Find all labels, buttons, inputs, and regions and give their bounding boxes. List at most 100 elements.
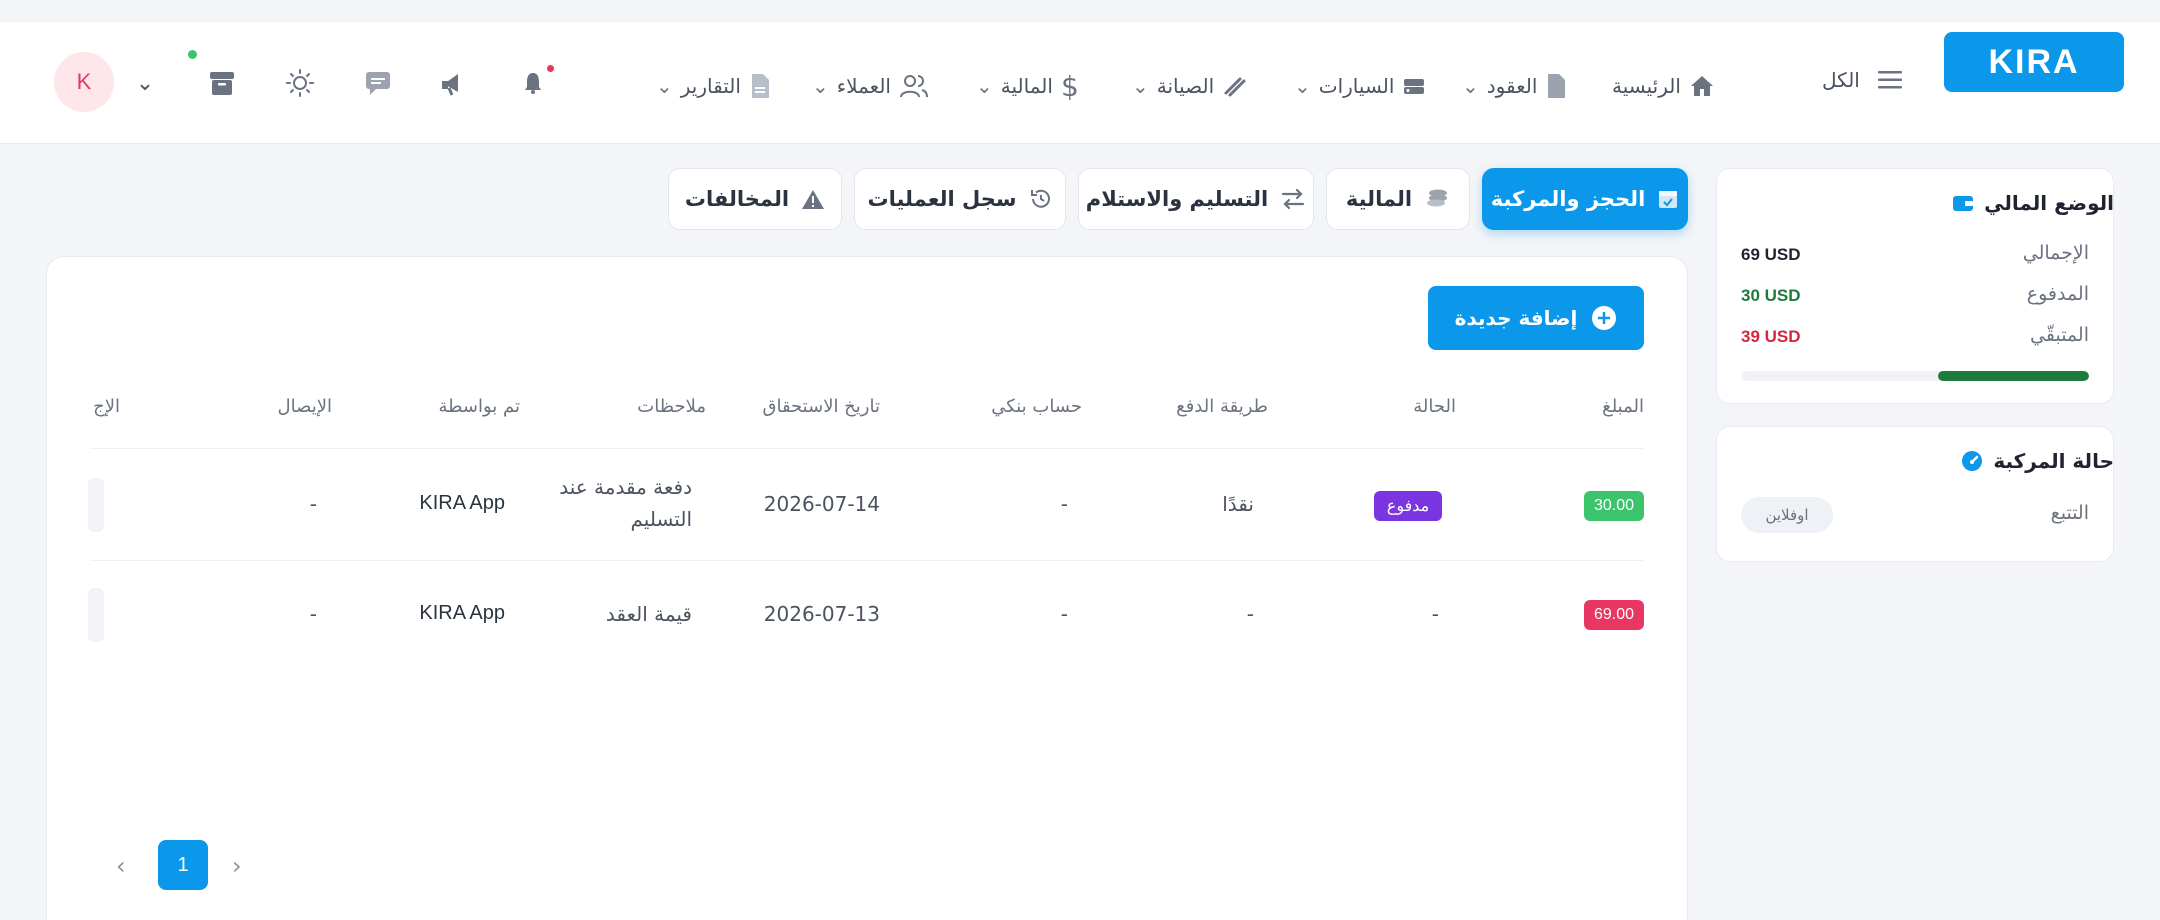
tab-activity-log[interactable]: سجل العمليات: [854, 168, 1066, 230]
total-label: الإجمالي: [2022, 242, 2089, 264]
wrench-icon: [1224, 77, 1246, 97]
tab-booking-vehicle[interactable]: الحجز والمركبة: [1482, 168, 1688, 230]
status-badge: مدفوع: [1374, 491, 1442, 521]
notification-dot: [547, 65, 554, 72]
apps-button[interactable]: [205, 66, 239, 100]
box-icon: [210, 72, 234, 95]
remaining-value: 39 USD: [1741, 327, 1801, 346]
tab-violations[interactable]: المخالفات: [668, 168, 842, 230]
online-dot: [188, 50, 197, 59]
add-new-button[interactable]: إضافة جديدة: [1428, 286, 1644, 350]
chevron-down-icon: ⌄: [976, 74, 993, 98]
chevron-left-icon[interactable]: ‹: [116, 852, 126, 880]
col-notes[interactable]: ملاحظات: [637, 396, 706, 417]
messages-button[interactable]: [361, 66, 395, 100]
sun-icon: [286, 69, 314, 97]
theme-toggle[interactable]: [283, 66, 317, 100]
created-by: KIRA App: [419, 492, 505, 514]
nav-customers[interactable]: ⌄ العملاء: [812, 66, 929, 106]
nav-maintenance[interactable]: ⌄ الصيانة: [1132, 66, 1248, 106]
notifications-button[interactable]: [516, 66, 550, 100]
warning-icon: [802, 190, 825, 209]
col-created-by[interactable]: تم بواسطة: [438, 396, 520, 417]
header-divider: [90, 448, 1644, 449]
payment-progress-bar: [1741, 371, 2089, 381]
col-payment-method[interactable]: طريقة الدفع: [1176, 396, 1268, 417]
nav-cars[interactable]: ⌄ السيارات: [1294, 66, 1426, 106]
bank-account: -: [1060, 492, 1068, 516]
chevron-down-icon: ⌄: [135, 70, 155, 96]
bank-account: -: [1060, 602, 1068, 626]
chevron-down-icon: ⌄: [656, 74, 673, 98]
tab-finance[interactable]: المالية: [1326, 168, 1470, 230]
col-due-date[interactable]: تاريخ الاستحقاق: [763, 396, 881, 417]
col-amount[interactable]: المبلغ: [1602, 396, 1644, 417]
coins-icon: [1427, 189, 1448, 207]
status: -: [1431, 602, 1439, 626]
page-button-current[interactable]: 1: [158, 840, 208, 890]
total-value: 69 USD: [1741, 245, 1801, 264]
receipt[interactable]: -: [310, 492, 317, 516]
home-icon: [1690, 76, 1713, 96]
chevron-down-icon: ⌄: [1132, 74, 1149, 98]
user-menu-chevron[interactable]: ⌄: [128, 66, 162, 100]
row-actions-button[interactable]: [88, 588, 104, 642]
bell-icon: [525, 73, 541, 94]
announcements-button[interactable]: [438, 66, 472, 100]
chat-icon: [366, 72, 390, 95]
report-icon: [751, 74, 769, 98]
car-icon: [1404, 79, 1425, 94]
payments-panel: [46, 256, 1688, 920]
col-status[interactable]: الحالة: [1413, 396, 1456, 417]
created-by: KIRA App: [419, 602, 505, 624]
user-avatar[interactable]: K: [54, 52, 114, 112]
tracking-status-badge: اوفلاين: [1741, 497, 1833, 533]
notes-line-2: التسليم: [630, 507, 693, 531]
nav-reports[interactable]: ⌄ التقارير: [656, 66, 771, 106]
chevron-down-icon: ⌄: [1462, 74, 1479, 98]
swap-icon: [1282, 188, 1305, 210]
all-menu-button[interactable]: الكل: [1822, 60, 1904, 100]
history-icon: [1030, 189, 1050, 208]
notes-line-1: دفعة مقدمة عند: [559, 475, 692, 499]
vehicle-status-card: [1716, 426, 2114, 562]
col-receipt[interactable]: الإيصال: [278, 396, 332, 417]
due-date: 2026-07-13: [763, 602, 880, 626]
col-actions[interactable]: الإج: [90, 396, 120, 417]
payment-progress-fill: [1937, 371, 2089, 381]
calendar-icon: [1659, 191, 1678, 208]
row-divider: [90, 560, 1644, 561]
all-label: الكل: [1822, 68, 1860, 92]
wallet-icon: [1953, 196, 1974, 211]
row-actions-button[interactable]: [88, 478, 104, 532]
remaining-label: المتبقّي: [2030, 324, 2089, 346]
nav-finance[interactable]: ⌄ المالية $: [976, 66, 1079, 106]
chevron-down-icon: ⌄: [812, 74, 829, 98]
chevron-down-icon: ⌄: [1294, 74, 1311, 98]
amount-badge: 30.00: [1584, 491, 1644, 521]
payment-method: نقدًا: [1222, 492, 1254, 516]
amount-badge: 69.00: [1584, 600, 1644, 630]
chevron-right-icon[interactable]: ›: [232, 852, 242, 880]
paid-value: 30 USD: [1741, 286, 1801, 305]
tracking-label: التتبع: [2050, 502, 2089, 524]
file-icon: [1548, 74, 1566, 98]
notes: قيمة العقد: [605, 602, 692, 626]
hamburger-icon: [1877, 71, 1902, 89]
dollar-icon: $: [1060, 69, 1079, 103]
due-date: 2026-07-14: [763, 492, 880, 516]
users-icon: [899, 75, 928, 98]
tab-handover[interactable]: التسليم والاستلام: [1078, 168, 1314, 230]
payment-method: -: [1246, 602, 1254, 626]
vehicle-status-title: حالة المركبة: [1961, 449, 2114, 473]
col-bank-account[interactable]: حساب بنكي: [991, 396, 1082, 417]
speedometer-icon: [1962, 451, 1983, 471]
app-logo[interactable]: KIRA: [1944, 32, 2124, 92]
paid-label: المدفوع: [2026, 283, 2089, 305]
nav-home[interactable]: الرئيسية: [1612, 66, 1715, 106]
megaphone-icon: [442, 74, 458, 96]
nav-contracts[interactable]: ⌄ العقود: [1462, 66, 1567, 106]
receipt[interactable]: -: [310, 602, 317, 626]
financial-status-title: الوضع المالي: [1952, 191, 2114, 215]
plus-circle-icon: [1592, 306, 1617, 330]
